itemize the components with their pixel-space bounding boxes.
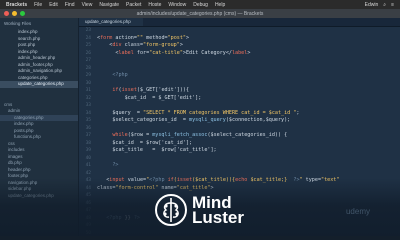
open-file-item[interactable]: update_categories.php — [0, 81, 78, 88]
menu-window[interactable]: Window — [168, 2, 186, 8]
menu-app-name[interactable]: Brackets — [6, 2, 27, 8]
menu-view[interactable]: View — [82, 2, 93, 8]
line-number: 23 — [85, 28, 91, 33]
line-number: 26 — [85, 50, 91, 56]
line-number: 30 — [85, 80, 91, 86]
code-line[interactable]: <form action="" method="post"> — [97, 35, 387, 43]
brand-text: Mind Luster — [192, 194, 244, 227]
menu-list-icon[interactable]: ≡ — [391, 2, 394, 8]
user-name[interactable]: Edwin — [365, 2, 379, 8]
code-line[interactable]: <div class="form-group"> — [97, 42, 387, 50]
udemy-watermark: udemy — [345, 207, 370, 216]
working-files-header: Working Files — [4, 21, 32, 26]
search-icon[interactable]: ⌕ — [383, 2, 386, 8]
code-line[interactable]: $cat_id = $_GET['edit']; — [97, 95, 387, 103]
window-titlebar: admin/includes/update_categories.php (cm… — [0, 9, 400, 18]
line-number: 27 — [85, 58, 91, 63]
window-controls — [4, 11, 25, 16]
mindluster-logo: Mind Luster — [154, 188, 264, 232]
line-number: 42 — [85, 170, 91, 176]
code-line[interactable]: $query = "SELECT * FROM categories WHERE… — [97, 110, 387, 118]
line-number: 32 — [85, 95, 91, 101]
editor-tab[interactable]: update_categories.php — [79, 18, 143, 26]
maximize-window-button[interactable] — [20, 11, 25, 16]
code-line[interactable] — [97, 155, 387, 163]
menu-debug[interactable]: Debug — [193, 2, 208, 8]
line-number: 34 — [85, 110, 91, 116]
menu-file[interactable]: File — [34, 2, 42, 8]
brain-icon — [155, 194, 187, 226]
code-line[interactable]: $cat_id = $row['cat_id']; — [97, 140, 387, 148]
line-number: 31 — [85, 88, 91, 93]
code-line[interactable]: $cat_title = $row['cat_title']; — [97, 147, 387, 155]
close-window-button[interactable] — [4, 11, 9, 16]
minimize-window-button[interactable] — [12, 11, 17, 16]
line-number: 39 — [85, 148, 91, 153]
menubar-items: Brackets File Edit Find View Navigate Pa… — [6, 2, 225, 8]
os-menubar: Brackets File Edit Find View Navigate Pa… — [0, 0, 400, 9]
code-line[interactable]: if(isset($_GET['edit'])){ — [97, 87, 387, 95]
line-number: 29 — [85, 73, 91, 78]
status-bar — [0, 236, 400, 240]
code-line[interactable]: <?php — [97, 72, 387, 80]
brand-line-2: Luster — [192, 208, 244, 227]
code-line[interactable]: $select_categories_id = mysqli_query($co… — [97, 117, 387, 125]
menubar-status: Edwin ⌕ ≡ — [365, 2, 394, 8]
line-number: 41 — [85, 163, 91, 168]
line-number: 36 — [85, 125, 91, 131]
line-number: 33 — [85, 103, 91, 108]
menu-hoste[interactable]: Hoste — [148, 2, 161, 8]
menu-packet[interactable]: Packet — [126, 2, 141, 8]
code-line[interactable] — [97, 65, 387, 73]
window-title: admin/includes/update_categories.php (cm… — [136, 10, 264, 17]
editor-tabs: update_categories.php — [79, 18, 400, 27]
code-line[interactable]: ?> — [97, 162, 387, 170]
code-line[interactable] — [97, 27, 387, 35]
line-number: 25 — [85, 43, 91, 48]
code-line[interactable] — [97, 170, 387, 178]
code-line[interactable] — [97, 80, 387, 88]
code-line[interactable] — [97, 125, 387, 133]
code-line[interactable] — [97, 102, 387, 110]
code-line[interactable]: while($row = mysqli_fetch_assoc($select_… — [97, 132, 387, 140]
code-line[interactable]: <label for="cat-title">Edit Category</la… — [97, 50, 387, 58]
menu-help[interactable]: Help — [215, 2, 225, 8]
line-number: 28 — [85, 65, 91, 71]
code-line[interactable] — [97, 57, 387, 65]
open-files-list: index.php search.php post.php index.php admi… — [0, 29, 78, 88]
line-number: 38 — [85, 140, 91, 146]
line-number: 24 — [85, 35, 91, 41]
line-number: 40 — [85, 155, 91, 161]
line-number: 35 — [85, 118, 91, 123]
menu-find[interactable]: Find — [65, 2, 75, 8]
menu-edit[interactable]: Edit — [49, 2, 58, 8]
menu-navigate[interactable]: Navigate — [99, 2, 119, 8]
line-number: 37 — [85, 133, 91, 138]
